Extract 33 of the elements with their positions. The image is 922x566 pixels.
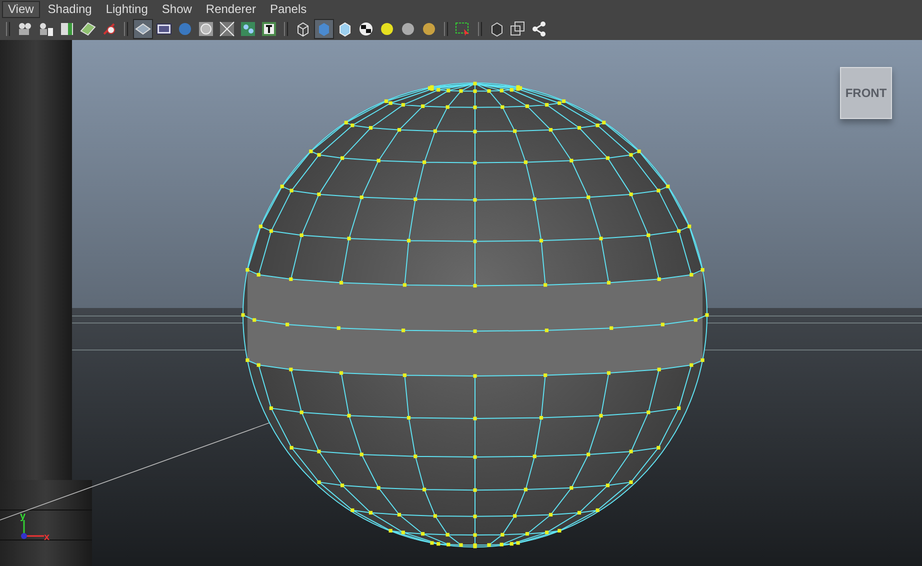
checker-icon — [358, 21, 374, 37]
toolbar-button[interactable] — [133, 19, 153, 39]
dots-icon — [240, 21, 256, 37]
camera-icon — [17, 21, 33, 37]
menu-item[interactable]: Panels — [264, 0, 313, 18]
toolbar-grip — [444, 22, 448, 36]
share-icon — [531, 21, 547, 37]
toolbar-button[interactable] — [196, 19, 216, 39]
camera-icon — [38, 21, 54, 37]
text-icon — [261, 21, 277, 37]
menu-item[interactable]: Shading — [42, 0, 98, 18]
squares-icon — [510, 21, 526, 37]
toolbar-grip — [478, 22, 482, 36]
film-icon — [156, 21, 172, 37]
bookmark-icon — [59, 21, 75, 37]
sphere-icon — [177, 21, 193, 37]
axis-gizmo-drawing — [21, 520, 44, 539]
menu-item[interactable]: Show — [156, 0, 198, 18]
xray-icon — [219, 21, 235, 37]
picture-icon — [80, 21, 96, 37]
menu-item[interactable]: View — [2, 0, 40, 18]
toolbar-button[interactable] — [259, 19, 279, 39]
axis-label: y — [20, 511, 26, 522]
circle-icon — [198, 21, 214, 37]
toolbar-button[interactable] — [238, 19, 258, 39]
axis-label: x — [44, 532, 50, 543]
select-icon — [455, 21, 471, 37]
menu-item[interactable]: Lighting — [100, 0, 154, 18]
toolbar-button[interactable] — [217, 19, 237, 39]
toolbar-grip — [6, 22, 10, 36]
menu-item[interactable]: Renderer — [200, 0, 262, 18]
toolbar-grip — [284, 22, 288, 36]
toolbar-grip — [124, 22, 128, 36]
